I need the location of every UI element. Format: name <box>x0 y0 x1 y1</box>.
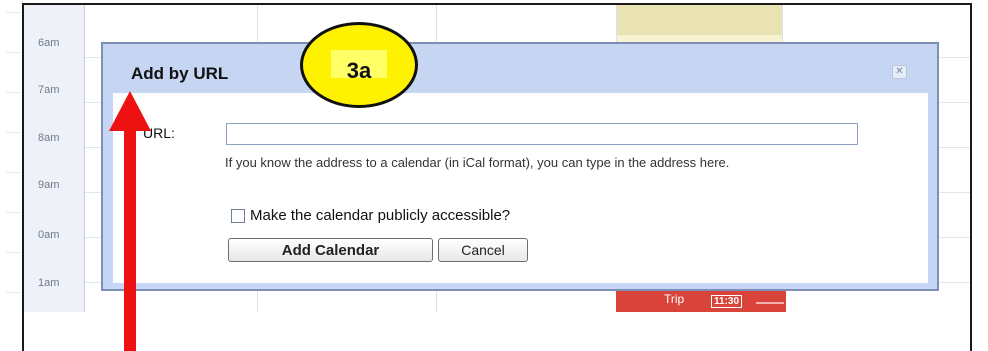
hour-label: 6am <box>38 37 60 49</box>
close-icon[interactable]: ✕ <box>892 65 907 79</box>
margin-tick <box>6 92 20 93</box>
add-by-url-dialog: Add by URL ✕ URL: If you know the addres… <box>101 42 939 291</box>
hour-gutter: 6am 7am 8am 9am 0am 1am <box>24 5 85 312</box>
public-checkbox-label[interactable]: Make the calendar publicly accessible? <box>250 207 510 224</box>
screenshot-frame: 6am 7am 8am 9am 0am 1am Trip 11:30 Add b… <box>22 3 972 351</box>
event-title: Trip <box>664 292 685 306</box>
margin-tick <box>6 292 20 293</box>
page-margin <box>0 0 23 351</box>
calendar-event[interactable]: Trip 11:30 <box>616 290 786 312</box>
public-option: Make the calendar publicly accessible? <box>231 207 510 224</box>
today-column-header <box>616 5 782 35</box>
margin-tick <box>6 252 20 253</box>
red-arrow <box>124 128 136 351</box>
add-calendar-button[interactable]: Add Calendar <box>228 238 433 262</box>
dialog-title: Add by URL <box>131 64 229 83</box>
cancel-button[interactable]: Cancel <box>438 238 528 262</box>
public-checkbox[interactable] <box>231 208 245 223</box>
event-time: 11:30 <box>711 295 743 308</box>
margin-tick <box>6 132 20 133</box>
hour-label: 7am <box>38 84 60 96</box>
margin-tick <box>6 172 20 173</box>
hour-label: 9am <box>38 179 60 191</box>
hour-label: 1am <box>38 277 60 289</box>
now-indicator <box>756 302 784 304</box>
dialog-body: URL: If you know the address to a calend… <box>113 93 928 283</box>
dialog-header[interactable]: Add by URL ✕ <box>103 44 937 92</box>
url-input[interactable] <box>226 123 858 145</box>
margin-tick <box>6 52 20 53</box>
hour-label: 0am <box>38 229 60 241</box>
margin-tick <box>6 212 20 213</box>
hour-label: 8am <box>38 132 60 144</box>
url-helper-text: If you know the address to a calendar (i… <box>225 155 730 170</box>
margin-tick <box>6 12 20 13</box>
callout-label: 3a <box>346 58 372 83</box>
arrow-head-icon <box>109 91 151 131</box>
step-callout: 3a <box>300 22 418 108</box>
